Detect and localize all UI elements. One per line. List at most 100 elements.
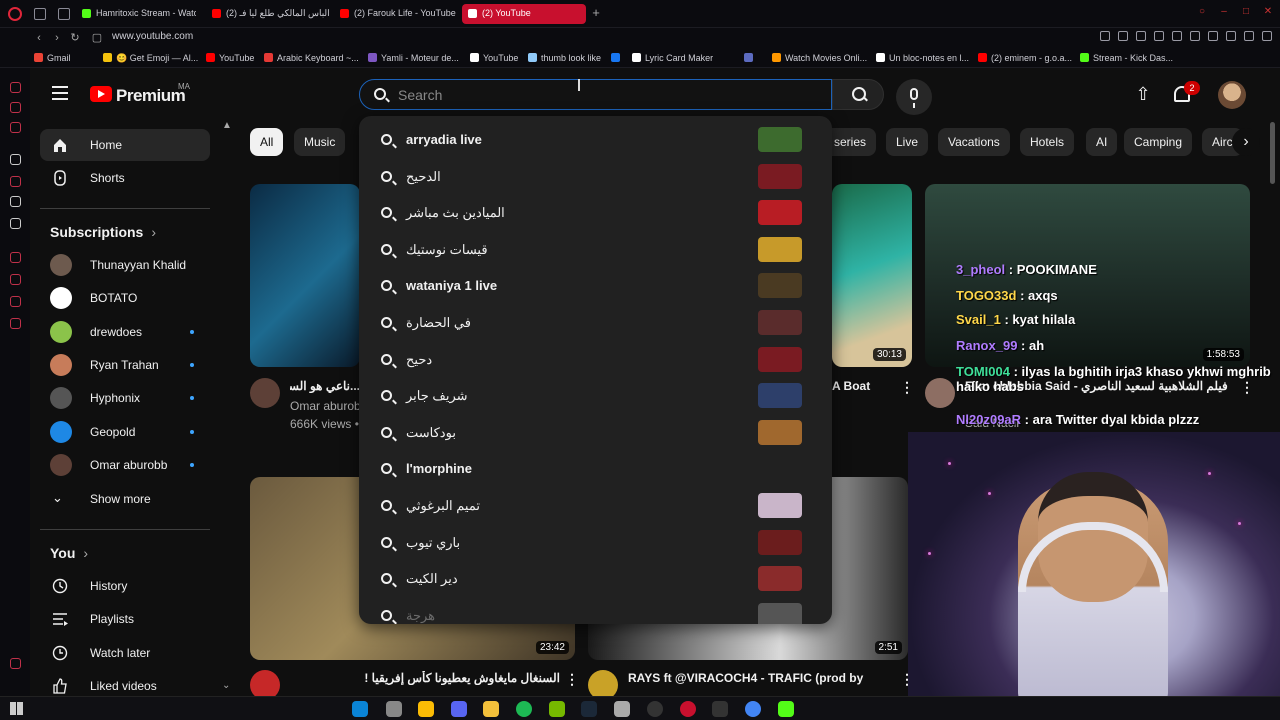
bookmark-item[interactable]: YouTube [470,53,518,63]
chatgpt-icon[interactable] [10,154,21,165]
bookmark-item[interactable]: Lyric Card Maker [632,53,713,63]
search-tabs-icon[interactable]: ○ [1196,6,1208,18]
heart-icon[interactable] [1154,31,1164,41]
search-input[interactable] [398,86,818,104]
video-thumbnail[interactable] [250,184,360,367]
suggestion-thumbnail[interactable] [758,419,802,445]
bookmark-item[interactable]: (2) eminem - g.o.a... [978,53,1072,63]
video-thumbnail[interactable]: 30:13 [832,184,912,367]
sidebar-item-home[interactable]: Home [40,129,210,161]
messenger-icon[interactable] [10,82,21,93]
chip-vacations[interactable]: Vacations [938,128,1010,156]
extension-icon[interactable] [1226,31,1236,41]
tab-list-icon[interactable] [58,8,70,20]
search-suggestion[interactable]: في الحضارة [359,305,832,341]
bookmark-item[interactable]: Gmail [34,53,71,63]
chevron-right-icon[interactable]: › [1232,128,1260,156]
gx-icon[interactable] [10,658,21,669]
chip-live[interactable]: Live [886,128,929,156]
tab-kick-stream[interactable]: Hamritoxic Stream - Watch [76,4,196,24]
show-more-button[interactable]: ⌄ Show more [40,483,210,515]
bookmark-item[interactable]: 😊 Get Emoji — Al... [103,53,198,64]
bookmark-item[interactable]: Arabic Keyboard ~... [264,53,359,63]
search-suggestion[interactable]: باري تيوب [359,525,832,561]
sidebar-item-shorts[interactable]: Shorts [40,162,210,194]
suggestion-thumbnail[interactable] [758,383,802,409]
kick-icon[interactable] [778,701,794,717]
search-suggestion[interactable]: دير الكيت [359,561,832,597]
bookmark-item[interactable]: thumb look like [528,53,601,63]
search-suggestion[interactable]: قيسات نوستيك [359,232,832,268]
chip-ai[interactable]: AI [1086,128,1118,156]
suggestion-thumbnail[interactable] [758,529,802,555]
reload-icon[interactable]: ↻ [68,31,82,45]
forward-icon[interactable]: › [50,31,64,45]
chip-all[interactable]: All [250,128,284,156]
suggestion-thumbnail[interactable] [758,493,802,518]
bookmark-item[interactable] [744,53,757,63]
file-explorer-icon[interactable] [483,701,499,717]
pin-icon[interactable] [1118,31,1128,41]
suggestion-thumbnail[interactable] [758,127,802,152]
bookmark-item[interactable]: Watch Movies Onli... [772,53,867,63]
obs-icon[interactable] [647,701,663,717]
video-title[interactable]: ...ناعي هو السبب [290,379,360,393]
workspaces-icon[interactable] [34,8,46,20]
chrome-icon[interactable] [745,701,761,717]
instagram-icon[interactable] [10,176,21,187]
nvidia-icon[interactable] [549,701,565,717]
search-suggestion[interactable]: arryadia live [359,122,832,158]
bookmark-item[interactable] [611,53,624,63]
you-heading[interactable]: You › [50,545,88,561]
search-suggestion[interactable]: هرجة [359,598,832,624]
sidebar-item-subscription[interactable]: Ryan Trahan [40,349,210,381]
settings-icon[interactable] [614,701,630,717]
voice-search-button[interactable] [896,79,932,115]
sidebar-item-subscription[interactable]: Hyphonix [40,382,210,414]
edge-icon[interactable] [352,701,368,717]
bookmark-item[interactable]: Un bloc-notes en l... [876,53,969,63]
upload-icon[interactable]: ⇧ [1134,84,1152,104]
maximize-icon[interactable]: □ [1240,6,1252,18]
bookmark-item[interactable]: Yamli - Moteur de... [368,53,459,63]
new-tab-button[interactable]: + [589,6,603,20]
windows-start-icon[interactable] [10,702,23,715]
sidebar-item-playlists[interactable]: Playlists [40,603,210,635]
play-icon[interactable] [1172,31,1182,41]
chrome-icon[interactable] [418,701,434,717]
sidebar-item-subscription[interactable]: Thunayyan Khalid [40,249,210,281]
search-suggestion[interactable]: تميم البرغوثي [359,488,832,524]
search-suggestion[interactable]: بودكاست [359,415,832,451]
search-button[interactable] [832,79,884,110]
discord-icon[interactable] [451,701,467,717]
brand-label[interactable]: Premium [116,86,186,106]
suggestion-thumbnail[interactable] [758,163,802,189]
settings-sidebar-icon[interactable] [10,318,21,329]
app-icon[interactable] [386,701,402,717]
bookmark-item[interactable]: Stream - Kick Das... [1080,53,1173,63]
subscriptions-heading[interactable]: Subscriptions › [50,224,156,240]
more-options-icon[interactable]: ⋮ [565,671,579,688]
more-options-icon[interactable]: ⋮ [900,379,914,396]
suggestion-thumbnail[interactable] [758,236,802,262]
suggestion-thumbnail[interactable] [758,566,802,592]
suggestion-thumbnail[interactable] [758,602,802,624]
tiktok-icon[interactable] [10,196,21,207]
tab-youtube-2[interactable]: (2) Farouk Life - YouTube [334,4,458,24]
account-avatar[interactable] [1218,81,1246,109]
page-scrollbar[interactable] [1270,122,1275,184]
bookmarks-sidebar-icon[interactable] [10,274,21,285]
hamburger-menu-icon[interactable] [52,86,68,100]
video-title[interactable]: RAYS ft @VIRACOCH4 - TRAFIC (prod by [628,671,888,685]
search-suggestion[interactable]: wataniya 1 live [359,268,832,304]
search-suggestion[interactable]: الدحيح [359,159,832,195]
bookmark-icon[interactable] [1208,31,1218,41]
channel-avatar[interactable] [250,378,280,408]
sidebar-item-subscription[interactable]: Omar aburobb [40,449,210,481]
opera-gx-icon[interactable] [680,701,696,717]
chip-camping[interactable]: Camping [1124,128,1193,156]
downloads-sidebar-icon[interactable] [10,296,21,307]
search-suggestion[interactable]: الميادين بث مباشر [359,195,832,231]
bookmark-item[interactable]: YouTube [206,53,254,63]
menu-icon[interactable] [1262,31,1272,41]
